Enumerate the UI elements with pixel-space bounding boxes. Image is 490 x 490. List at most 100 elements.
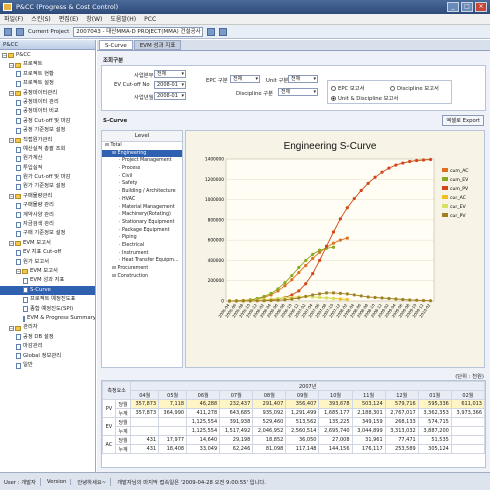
sidebar-item[interactable]: − EVM 보고서 [0,239,95,248]
expand-toggle-icon[interactable]: − [9,137,14,143]
level-item[interactable]: · Project Management [102,157,182,165]
sidebar-item[interactable]: Global 정보관리 [0,352,95,361]
sidebar-item[interactable]: 일반 [0,361,95,370]
sidebar-item[interactable]: − 구매물량관리 [0,192,95,201]
table-row[interactable]: EV 당월 1,125,554 391,938 529,460 513,562 135,22… [102,417,485,436]
sidebar-item[interactable]: − 공정데이터관리 [0,89,95,98]
minimize-button[interactable]: _ [447,2,459,12]
radio-discipline-dot[interactable] [390,85,395,91]
sidebar-item[interactable]: 원가 Cut-off 및 마감 [0,173,95,182]
discipline-select[interactable]: 전체 [278,88,318,96]
menu-pcc[interactable]: PCC [144,14,156,24]
sidebar-item[interactable]: − 프로젝트 [0,60,95,69]
sidebar-item[interactable]: 구매물량 관리 [0,201,95,210]
sidebar-item[interactable]: EVM 성과 지표 [0,276,95,285]
sidebar-item[interactable]: EV 지표 Cut-off [0,248,95,257]
sidebar-item[interactable]: 투입실적 [0,164,95,173]
level-item[interactable]: ⊟ Total [102,142,182,150]
sidebar-item[interactable]: 공정 기준정보 설정 [0,126,95,135]
table-row[interactable]: 누계 1,125,554 1,517,492 2,046,952 2,560,514 2,… [103,426,485,436]
level-item[interactable]: · Package Equipment [102,227,182,235]
radio-unit-discipline-dot[interactable] [331,95,336,101]
unit-select[interactable]: 전체 [288,75,318,83]
radio-unit-discipline-report[interactable]: Unit & Discipline 보고서 [331,94,398,102]
expand-toggle-icon[interactable]: − [9,241,14,246]
expand-toggle-icon[interactable]: − [16,269,21,275]
expand-toggle-icon[interactable]: − [9,90,14,96]
radio-discipline-report[interactable]: Discipline 보고서 [390,84,439,92]
home-icon[interactable] [4,27,12,36]
period-select[interactable]: 2008-01 [154,92,186,100]
table-row[interactable]: AC 당월 431 17,977 14,640 29,198 18,852 36,050 27,… [102,435,485,454]
refresh-icon[interactable] [16,27,24,36]
menu-skin[interactable]: 스킨(S) [31,14,51,24]
level-item[interactable]: ⊟ Procurement [102,265,182,273]
sidebar-item[interactable]: 프로젝트 예정진도표 [0,295,95,304]
export-excel-button[interactable]: 엑셀로 Export [442,115,484,126]
level-item[interactable]: · Civil [102,173,182,181]
sidebar-item[interactable]: − EVM 보고서 [0,267,95,276]
expand-toggle-icon[interactable]: − [9,194,14,200]
table-row[interactable]: 누계 357,873 364,990 411,278 643,685 935,092 1,2… [103,408,485,418]
project-select[interactable]: 2007043 - 대산MMA-D PROJECT(MMA) 건설공사 [73,26,204,37]
sidebar-item[interactable]: 프로젝트 현황 [0,70,95,79]
close-button[interactable]: × [475,2,487,12]
sidebar-item-label: EVM & Progress Summary [27,314,96,321]
sidebar-item[interactable]: 자금검색 관리 [0,220,95,229]
sidebar-item[interactable]: 공정데이터 관리 [0,98,95,107]
business-select[interactable]: 전체 [154,70,186,78]
tab-evm-indicators[interactable]: EVM 성과 지표 [133,40,182,50]
sidebar-item[interactable]: − 관리자 [0,323,95,332]
save-icon[interactable] [219,27,228,36]
sidebar-item[interactable]: 공정 DB 설정 [0,333,95,342]
level-item[interactable]: · Piping [102,234,182,242]
expand-toggle-icon[interactable]: − [9,62,14,68]
table-row[interactable]: PV 당월 357,873 7,118 46,288 232,437 291,407 356,… [102,399,485,418]
sidebar-item[interactable]: 공정데이터 비교 [0,107,95,116]
cutoff-select[interactable]: 2008-01 [154,81,186,89]
table-cell [450,417,485,427]
tab-s-curve[interactable]: S-Curve [99,40,133,50]
menu-file[interactable]: 파일(F) [4,14,23,24]
sidebar-item[interactable]: 원가 보고서 [0,258,95,267]
table-row[interactable]: 누계 431 18,408 33,049 62,246 81,098 117,148 144,… [103,444,485,454]
sidebar-item[interactable]: EVM & Progress Summary [0,314,95,323]
sidebar-item[interactable]: 원가계산 [0,154,95,163]
level-item[interactable]: ⊟ Engineering [102,149,182,158]
sidebar-item[interactable]: 마감관리 [0,342,95,351]
sidebar-item[interactable]: 예산실적 총괄 조회 [0,145,95,154]
data-point [331,230,336,234]
level-item[interactable]: · Heat Transfer Equipm... [102,257,182,265]
level-item[interactable]: · Safety [102,180,182,188]
sidebar-item[interactable]: − P&CC [0,51,95,60]
sidebar-item[interactable]: 공정 Cut-off 및 마감 [0,117,95,126]
expand-toggle-icon[interactable]: − [2,53,7,59]
sidebar-item[interactable]: 계약사양 관리 [0,211,95,220]
menu-window[interactable]: 창(W) [86,14,102,24]
level-item[interactable]: · Instrument [102,250,182,258]
level-item[interactable]: ⊟ Construction [102,273,182,281]
maximize-button[interactable]: □ [461,2,473,12]
level-item[interactable]: · Electrical [102,242,182,250]
level-item[interactable]: · Machinery(Rotating) [102,211,182,219]
sidebar-item-label: 구매물량 관리 [23,202,54,209]
sidebar-item[interactable]: S-Curve [0,285,95,296]
level-item[interactable]: · HVAC [102,196,182,204]
level-item[interactable]: · Stationary Equipment [102,219,182,227]
sidebar-item[interactable]: 종합 예정진도(SPI) [0,305,95,314]
sidebar-item[interactable]: 원가 기준정보 설정 [0,182,95,191]
sidebar-item[interactable]: − 직접원가관리 [0,136,95,145]
menu-help[interactable]: 도움말(H) [110,14,136,24]
expand-toggle-icon[interactable]: − [9,325,14,331]
menu-edit[interactable]: 편집(E) [59,14,79,24]
radio-epc-report[interactable]: EPC 보고서 [331,84,365,92]
level-item[interactable]: · Building / Architecture [102,188,182,196]
sidebar-item[interactable]: 구매 기준정보 설정 [0,229,95,238]
level-item[interactable]: · Material Management [102,204,182,212]
table-cell: 357,873 [130,408,160,418]
search-icon[interactable] [207,27,216,36]
sidebar-item[interactable]: 프로젝트 설정 [0,79,95,88]
level-item[interactable]: · Process [102,165,182,173]
radio-epc-dot[interactable] [331,85,336,91]
epc-select[interactable]: 전체 [230,75,260,83]
